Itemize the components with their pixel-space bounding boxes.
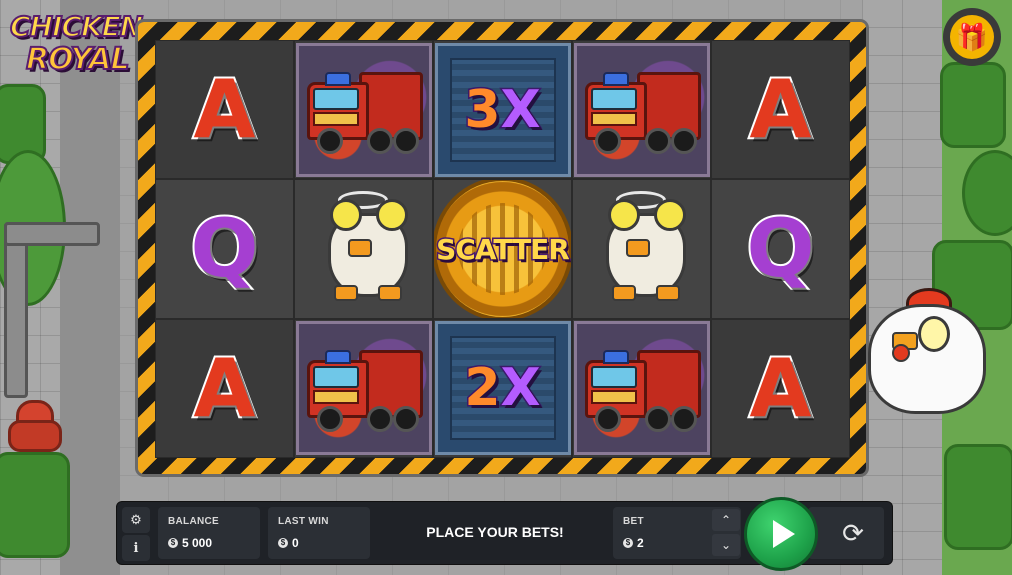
symbol-a: A bbox=[192, 61, 258, 158]
fire-truck-symbol bbox=[573, 321, 710, 456]
bet-label: BET bbox=[623, 516, 644, 527]
ghost-chicken-icon bbox=[582, 189, 702, 309]
chicken-mascot bbox=[862, 288, 987, 418]
symbol-a: A bbox=[192, 340, 258, 437]
spin-button[interactable] bbox=[744, 497, 818, 571]
balance-value-row: $ 5 000 bbox=[168, 536, 212, 550]
symbol-a: A bbox=[748, 340, 814, 437]
symbol-a: A bbox=[748, 61, 814, 158]
fire-truck-icon bbox=[306, 346, 423, 433]
bet-decrease-button[interactable]: ⌄ bbox=[712, 534, 740, 556]
multiplier-value: 3 bbox=[463, 78, 502, 141]
reel-cell bbox=[294, 179, 433, 319]
settings-button[interactable]: ⚙ bbox=[122, 507, 150, 533]
multiplier-x: X bbox=[499, 78, 542, 141]
bush bbox=[940, 62, 1006, 148]
reel-cell: Q bbox=[711, 179, 850, 319]
balance-panel: BALANCE $ 5 000 bbox=[158, 507, 260, 559]
fire-truck-icon bbox=[584, 346, 701, 433]
multiplier-x: X bbox=[499, 357, 542, 420]
pipe bbox=[4, 222, 28, 398]
info-icon: i bbox=[133, 540, 139, 556]
reel-cell: A bbox=[711, 40, 850, 180]
chevron-up-icon: ⌃ bbox=[720, 513, 732, 527]
autoplay-button[interactable]: ⟳ bbox=[808, 507, 884, 559]
logo-line-1: CHICKEN bbox=[9, 9, 144, 44]
fire-truck-symbol bbox=[573, 42, 710, 177]
fire-truck-symbol bbox=[295, 42, 432, 177]
fire-hydrant bbox=[8, 400, 62, 460]
gear-icon: ⚙ bbox=[130, 512, 142, 527]
reel-cell bbox=[572, 40, 711, 180]
reel-cell bbox=[294, 318, 433, 458]
logo-line-2: ROYAL bbox=[25, 41, 131, 78]
balance-label: BALANCE bbox=[168, 516, 219, 527]
coin-icon: $ bbox=[623, 538, 633, 548]
bush bbox=[944, 444, 1012, 550]
multiplier-2x-symbol: 2X bbox=[434, 321, 571, 456]
gift-button[interactable]: 🎁 bbox=[943, 8, 1001, 66]
symbol-q: Q bbox=[188, 200, 260, 297]
reel-cell: A bbox=[155, 318, 294, 458]
reel-cell: A bbox=[711, 318, 850, 458]
autoplay-icon: ⟳ bbox=[842, 517, 864, 548]
reel-cell bbox=[294, 40, 433, 180]
last-win-panel: LAST WIN $ 0 bbox=[268, 507, 370, 559]
coin-icon: $ bbox=[168, 538, 178, 548]
info-button[interactable]: i bbox=[122, 535, 150, 561]
multiplier-3x-symbol: 3X bbox=[434, 42, 571, 177]
reel-cell: A bbox=[155, 40, 294, 180]
bet-value: 2 bbox=[637, 536, 644, 550]
reel-cell bbox=[572, 318, 711, 458]
bet-increase-button[interactable]: ⌃ bbox=[712, 509, 740, 531]
gift-icon: 🎁 bbox=[950, 15, 994, 59]
play-icon bbox=[773, 520, 795, 548]
bet-value-row: $ 2 bbox=[623, 536, 644, 550]
last-win-value: 0 bbox=[292, 536, 299, 550]
reel-cell: 3X bbox=[433, 40, 572, 180]
scatter-label: SCATTER bbox=[435, 231, 571, 267]
reel-cell bbox=[572, 179, 711, 319]
reel-grid: A 3X A Q SCATTER Q A 2X A bbox=[155, 40, 850, 458]
fire-truck-icon bbox=[306, 68, 423, 154]
last-win-value-row: $ 0 bbox=[278, 536, 299, 550]
chevron-down-icon: ⌄ bbox=[720, 538, 732, 552]
multiplier-value: 2 bbox=[463, 357, 502, 420]
reel-cell: Q bbox=[155, 179, 294, 319]
ghost-chicken-icon bbox=[304, 189, 424, 309]
last-win-label: LAST WIN bbox=[278, 516, 329, 527]
fire-truck-symbol bbox=[295, 321, 432, 456]
symbol-q: Q bbox=[744, 200, 816, 297]
coin-icon: $ bbox=[278, 538, 288, 548]
bush bbox=[0, 452, 70, 558]
scatter-symbol: SCATTER bbox=[434, 180, 571, 318]
pipe bbox=[4, 222, 100, 246]
status-message: PLACE YOUR BETS! bbox=[426, 524, 564, 540]
game-logo: CHICKEN ROYAL bbox=[6, 8, 144, 88]
reel-cell: 2X bbox=[433, 318, 572, 458]
reel-cell: SCATTER bbox=[433, 179, 572, 319]
balance-value: 5 000 bbox=[182, 536, 213, 550]
fire-truck-icon bbox=[584, 68, 701, 154]
